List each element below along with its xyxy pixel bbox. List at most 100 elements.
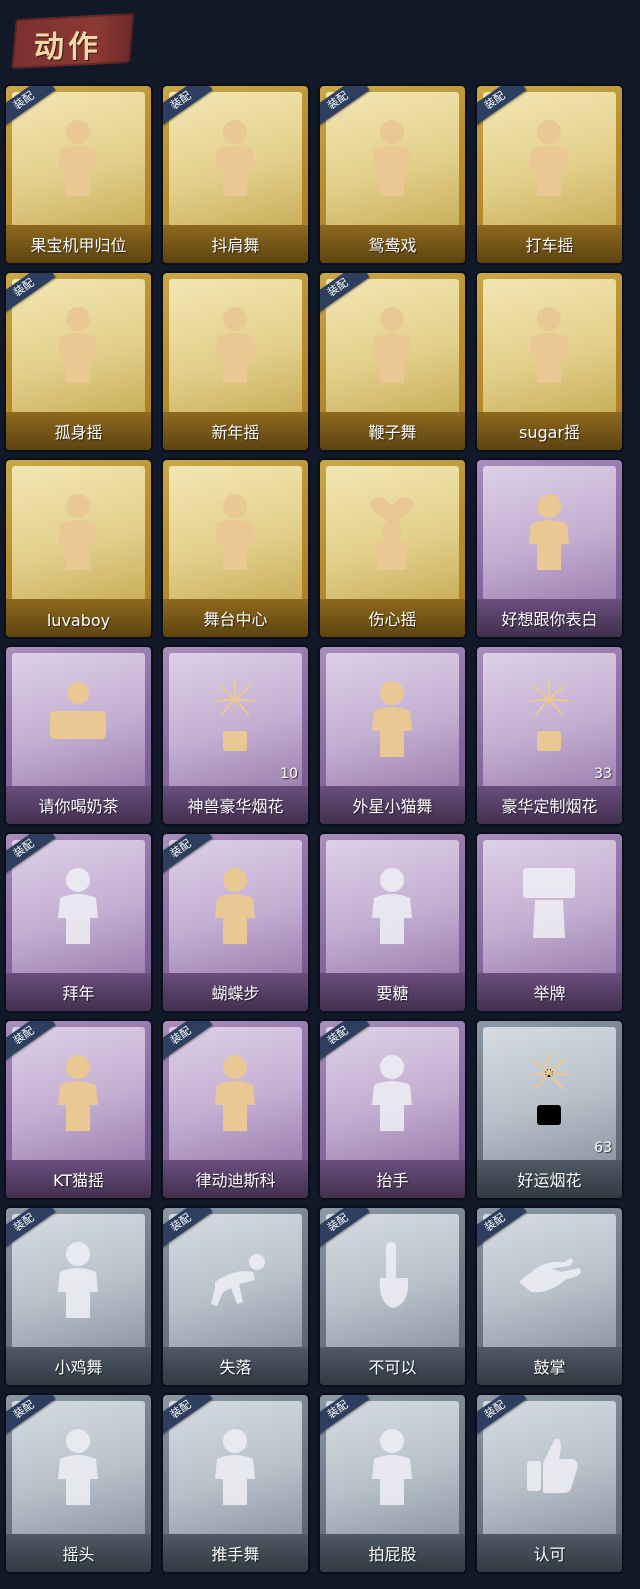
emote-card[interactable]: 抖肩舞 装配	[163, 86, 308, 263]
emote-name: 小鸡舞	[54, 1358, 103, 1377]
pose-figure-icon	[372, 1055, 412, 1131]
emote-card[interactable]: 请你喝奶茶	[6, 647, 151, 824]
pose-figure-icon	[372, 120, 412, 196]
emote-name: 抖肩舞	[211, 236, 260, 255]
emote-grid: 果宝机甲归位 装配 抖肩舞 装配 鸳鸯戏 装配 打车摇 装配孤身摇 装配新年摇 鞭子舞 装配 suga…	[6, 86, 634, 1586]
crawl-pose-icon	[211, 1254, 265, 1306]
firework-icon	[214, 679, 256, 751]
emote-card[interactable]: 豪华定制烟花 33	[477, 647, 622, 824]
page-title: 动作	[34, 30, 102, 65]
emote-card[interactable]: 舞台中心	[163, 460, 308, 637]
emote-card[interactable]: 失落 装配	[163, 1208, 308, 1385]
emote-card[interactable]: 拜年 装配	[6, 834, 151, 1011]
emote-card[interactable]: 蝴蝶步 装配	[163, 834, 308, 1011]
emote-card[interactable]: 不可以 装配	[320, 1208, 465, 1385]
emote-card[interactable]: luvaboy	[6, 460, 151, 637]
pose-figure-icon	[58, 1242, 98, 1318]
emote-name: 舞台中心	[203, 610, 268, 629]
pose-figure-icon	[215, 868, 255, 944]
thumbs-up-icon	[527, 1438, 578, 1493]
emote-card[interactable]: 拍屁股 装配	[320, 1395, 465, 1572]
emote-card[interactable]: 抬手 装配	[320, 1021, 465, 1198]
pose-figure-icon	[58, 120, 98, 196]
emote-name: 鸳鸯戏	[368, 236, 417, 255]
emote-card[interactable]: KT猫摇 装配	[6, 1021, 151, 1198]
emote-card[interactable]: sugar摇	[477, 273, 622, 450]
emote-name: 打车摇	[525, 236, 574, 255]
emote-name: 拜年	[62, 984, 95, 1003]
firework-icon	[528, 1053, 570, 1125]
firework-icon	[528, 679, 570, 751]
pose-figure-icon	[529, 307, 569, 383]
pose-figure-icon	[372, 681, 412, 757]
clap-hands-icon	[519, 1258, 581, 1293]
emote-card[interactable]: 孤身摇 装配	[6, 273, 151, 450]
pose-figure-icon	[58, 1055, 98, 1131]
emote-name: 请你喝奶茶	[38, 797, 119, 816]
emote-card[interactable]: 新年摇	[163, 273, 308, 450]
item-count: 10	[280, 766, 298, 782]
emote-name: 好想跟你表白	[501, 610, 598, 629]
emote-card[interactable]: 推手舞 装配	[163, 1395, 308, 1572]
finger-icon	[379, 1242, 408, 1308]
emote-card[interactable]: 摇头 装配	[6, 1395, 151, 1572]
emote-name: 豪华定制烟花	[501, 797, 598, 816]
emote-name: 好运烟花	[517, 1171, 582, 1190]
emote-name: 拍屁股	[368, 1545, 417, 1564]
pose-figure-icon	[58, 494, 98, 570]
emote-name: luvaboy	[46, 611, 111, 630]
emote-name: 果宝机甲归位	[30, 236, 127, 255]
emote-card[interactable]: 举牌	[477, 834, 622, 1011]
pose-figure-icon	[215, 120, 255, 196]
emote-card[interactable]: 打车摇 装配	[477, 86, 622, 263]
emote-name: sugar摇	[518, 423, 581, 442]
pose-figure-icon	[215, 307, 255, 383]
pose-figure-icon	[372, 868, 412, 944]
emote-name: 推手舞	[211, 1545, 260, 1564]
emote-card[interactable]: 好想跟你表白	[477, 460, 622, 637]
heart-pose-icon	[370, 497, 414, 570]
emote-name: 摇头	[62, 1545, 95, 1564]
pose-figure-icon	[58, 307, 98, 383]
emote-card[interactable]: 鞭子舞 装配	[320, 273, 465, 450]
emote-name: 律动迪斯科	[195, 1171, 276, 1190]
emote-name: 鞭子舞	[368, 423, 417, 442]
emote-name: 神兽豪华烟花	[187, 797, 284, 816]
pose-figure-icon	[372, 307, 412, 383]
emote-card[interactable]: 鸳鸯戏 装配	[320, 86, 465, 263]
emote-name: 外星小猫舞	[352, 797, 433, 816]
emote-name: 新年摇	[211, 423, 260, 442]
emote-name: 要糖	[376, 984, 409, 1003]
pose-figure-icon	[372, 1429, 412, 1505]
emote-card[interactable]: 鼓掌 装配	[477, 1208, 622, 1385]
emote-name: 伤心摇	[368, 610, 417, 629]
emote-name: 失落	[219, 1358, 252, 1377]
pose-figure-icon	[529, 494, 569, 570]
pose-figure-icon	[58, 868, 98, 944]
emote-card[interactable]: 伤心摇	[320, 460, 465, 637]
emote-card[interactable]: 认可 装配	[477, 1395, 622, 1572]
emote-card[interactable]: 小鸡舞 装配	[6, 1208, 151, 1385]
emote-name: 不可以	[368, 1358, 417, 1377]
pose-figure-icon	[215, 494, 255, 570]
item-count: 63	[594, 1140, 612, 1156]
item-count: 33	[594, 766, 612, 782]
banner-pose-icon	[50, 682, 106, 739]
emote-card[interactable]: 神兽豪华烟花 10	[163, 647, 308, 824]
emote-name: 举牌	[533, 984, 566, 1003]
emote-name: 抬手	[376, 1171, 409, 1190]
emote-name: 认可	[533, 1545, 566, 1564]
emote-card[interactable]: 外星小猫舞	[320, 647, 465, 824]
pose-figure-icon	[529, 120, 569, 196]
emote-name: 蝴蝶步	[211, 984, 260, 1003]
pose-figure-icon	[215, 1055, 255, 1131]
sign-pose-icon	[523, 868, 575, 938]
emote-card[interactable]: 果宝机甲归位 装配	[6, 86, 151, 263]
emote-card[interactable]: 要糖	[320, 834, 465, 1011]
emote-card[interactable]: 好运烟花 63	[477, 1021, 622, 1198]
page-header: 动作	[0, 0, 640, 82]
emote-card[interactable]: 律动迪斯科 装配	[163, 1021, 308, 1198]
emote-name: 鼓掌	[533, 1358, 566, 1377]
pose-figure-icon	[215, 1429, 255, 1505]
emote-name: KT猫摇	[52, 1171, 105, 1190]
